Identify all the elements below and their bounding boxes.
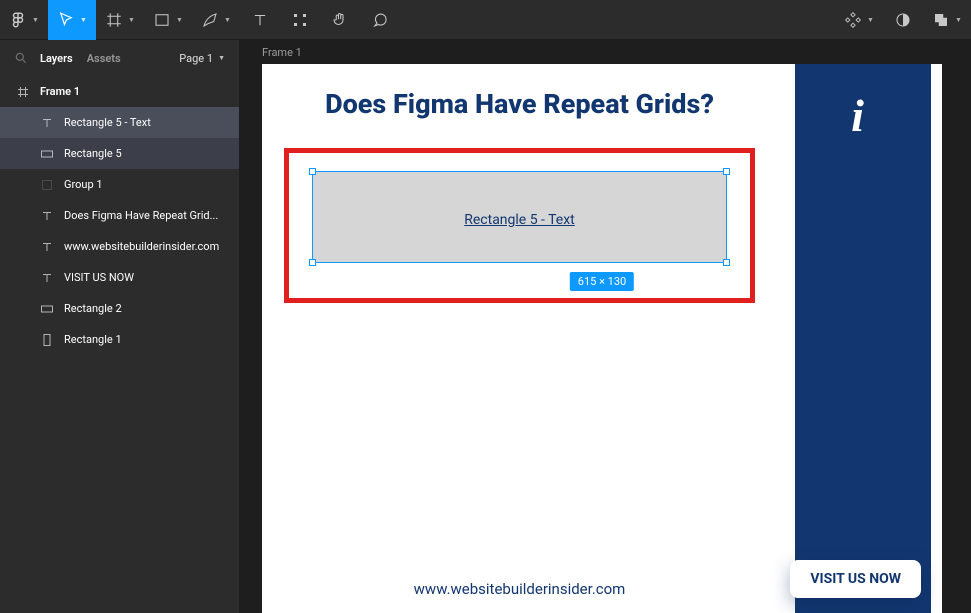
resize-handle-tl[interactable] <box>309 168 316 175</box>
cursor-icon <box>57 11 75 29</box>
tab-assets[interactable]: Assets <box>87 52 121 65</box>
page-headline: Does Figma Have Repeat Grids? <box>262 88 777 120</box>
layer-row-7[interactable]: Rectangle 2 <box>0 293 239 324</box>
layer-label: Rectangle 2 <box>64 302 122 315</box>
components-menu-button[interactable]: ▼ <box>835 0 883 40</box>
selected-element-rectangle-5[interactable]: Rectangle 5 - Text <box>312 171 727 263</box>
chevron-down-icon: ▼ <box>218 54 225 62</box>
text-tool-button[interactable] <box>240 0 280 40</box>
layer-row-3[interactable]: Group 1 <box>0 169 239 200</box>
layer-label: Group 1 <box>64 178 103 191</box>
rect-icon <box>40 302 54 316</box>
frame-tab-label[interactable]: Frame 1 <box>262 46 302 59</box>
pen-tool-button[interactable]: ▼ <box>192 0 240 40</box>
layer-label: Rectangle 5 - Text <box>64 116 151 129</box>
chevron-down-icon: ▼ <box>32 16 39 24</box>
text-icon <box>251 11 269 29</box>
layer-label: VISIT US NOW <box>64 271 134 284</box>
text-icon <box>40 271 54 285</box>
frame-icon <box>105 11 123 29</box>
left-sidebar: Layers Assets Page 1 ▼ Frame 1 Rectangle 5… <box>0 40 240 613</box>
components-icon <box>844 11 862 29</box>
resources-button[interactable] <box>280 0 320 40</box>
sidebar-tabs: Layers Assets Page 1 ▼ <box>0 40 239 76</box>
figma-logo-icon <box>9 11 27 29</box>
chevron-down-icon: ▼ <box>80 16 87 24</box>
layers-panel: Frame 1 Rectangle 5 - Text Rectangle 5 Grou… <box>0 76 239 613</box>
selection-dimensions-badge: 615 × 130 <box>570 272 634 291</box>
mask-button[interactable] <box>883 0 923 40</box>
layer-label: www.websitebuilderinsider.com <box>64 240 219 253</box>
artboard-frame-1[interactable]: i Does Figma Have Repeat Grids? Rectangl… <box>262 64 942 613</box>
resources-icon <box>291 11 309 29</box>
layer-row-6[interactable]: VISIT US NOW <box>0 262 239 293</box>
chevron-down-icon: ▼ <box>867 16 874 24</box>
hand-tool-button[interactable] <box>320 0 360 40</box>
move-tool-button[interactable]: ▼ <box>48 0 96 40</box>
logo-glyph: i <box>795 89 920 142</box>
layer-row-0[interactable]: Frame 1 <box>0 76 239 107</box>
layer-label: Rectangle 1 <box>64 333 122 346</box>
rename-inline-text[interactable]: Rectangle 5 - Text <box>313 212 726 228</box>
layer-label: Frame 1 <box>40 85 80 98</box>
group-icon <box>40 178 54 192</box>
canvas[interactable]: Frame 1 i Does Figma Have Repeat Grids? … <box>240 40 971 613</box>
contrast-icon <box>894 11 912 29</box>
rect-icon <box>40 147 54 161</box>
chevron-down-icon: ▼ <box>176 16 183 24</box>
figma-menu-button[interactable]: ▼ <box>0 0 48 40</box>
layer-label: Does Figma Have Repeat Grid... <box>64 209 218 222</box>
text-icon <box>40 240 54 254</box>
page-selector[interactable]: Page 1 ▼ <box>179 52 225 65</box>
frame-icon <box>16 85 30 99</box>
chevron-down-icon: ▼ <box>224 16 231 24</box>
rectangle-icon <box>153 11 171 29</box>
boolean-menu-button[interactable]: ▼ <box>923 0 971 40</box>
hand-icon <box>331 11 349 29</box>
resize-handle-bl[interactable] <box>309 259 316 266</box>
layer-row-8[interactable]: Rectangle 1 <box>0 324 239 355</box>
chevron-down-icon: ▼ <box>955 16 962 24</box>
page-label: Page 1 <box>179 52 213 65</box>
rectv-icon <box>40 333 54 347</box>
union-icon <box>932 11 950 29</box>
pen-icon <box>201 11 219 29</box>
main-toolbar: ▼ ▼ ▼ ▼ ▼ ▼ ▼ <box>0 0 971 40</box>
frame-tool-button[interactable]: ▼ <box>96 0 144 40</box>
footer-url-text: www.websitebuilderinsider.com <box>262 580 777 598</box>
layer-row-2[interactable]: Rectangle 5 <box>0 138 239 169</box>
comment-tool-button[interactable] <box>360 0 400 40</box>
text-icon <box>40 116 54 130</box>
blue-side-panel: i <box>795 64 942 613</box>
shape-tool-button[interactable]: ▼ <box>144 0 192 40</box>
resize-handle-br[interactable] <box>723 259 730 266</box>
layer-label: Rectangle 5 <box>64 147 122 160</box>
chevron-down-icon: ▼ <box>128 16 135 24</box>
visit-us-now-button[interactable]: VISIT US NOW <box>790 560 921 598</box>
layer-row-4[interactable]: Does Figma Have Repeat Grid... <box>0 200 239 231</box>
search-icon[interactable] <box>14 51 28 65</box>
tab-layers[interactable]: Layers <box>40 52 73 65</box>
comment-icon <box>371 11 389 29</box>
layer-row-5[interactable]: www.websitebuilderinsider.com <box>0 231 239 262</box>
text-icon <box>40 209 54 223</box>
layer-row-1[interactable]: Rectangle 5 - Text <box>0 107 239 138</box>
resize-handle-tr[interactable] <box>723 168 730 175</box>
